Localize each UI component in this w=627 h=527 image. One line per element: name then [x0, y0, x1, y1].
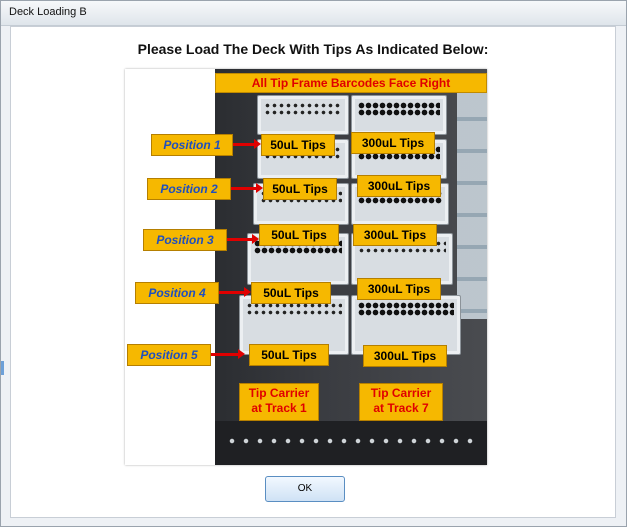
carrier-track-1-line1: Tip Carrier [248, 386, 310, 400]
carrier-track-1-line2: at Track 1 [251, 401, 307, 415]
carrier-studs [225, 433, 475, 449]
carrier-track-7-line1: Tip Carrier [370, 386, 432, 400]
position-2-right-tips: 300uL Tips [357, 175, 441, 197]
position-2-label: Position 2 [147, 178, 231, 200]
position-1-arrow [233, 139, 261, 149]
deck-loading-window: Deck Loading B Please Load The Deck With… [0, 0, 627, 527]
ok-button[interactable]: OK [265, 476, 345, 502]
instruction-heading: Please Load The Deck With Tips As Indica… [137, 41, 489, 57]
deck-loading-photo: All Tip Frame Barcodes Face Right Positi… [125, 69, 487, 465]
position-1-label: Position 1 [151, 134, 233, 156]
dialog-content: Please Load The Deck With Tips As Indica… [10, 26, 616, 518]
window-title: Deck Loading B [9, 6, 87, 18]
carrier-track-7-line2: at Track 7 [373, 401, 429, 415]
tray-pos1-left [257, 95, 349, 135]
barcode-orientation-banner: All Tip Frame Barcodes Face Right [215, 73, 487, 93]
position-2-left-tips: 50uL Tips [263, 178, 337, 200]
position-3-right-tips: 300uL Tips [353, 224, 437, 246]
position-3-left-tips: 50uL Tips [259, 224, 339, 246]
position-3-label: Position 3 [143, 229, 227, 251]
window-edge-marker [1, 361, 4, 375]
carrier-track-7-label: Tip Carrier at Track 7 [359, 383, 443, 421]
position-4-label: Position 4 [135, 282, 219, 304]
position-4-right-tips: 300uL Tips [357, 278, 441, 300]
tray-pos1-right [351, 95, 447, 135]
position-4-arrow [219, 287, 251, 297]
position-1-left-tips: 50uL Tips [261, 134, 335, 156]
position-1-right-tips: 300uL Tips [351, 132, 435, 154]
title-bar[interactable]: Deck Loading B [1, 1, 626, 26]
tube-rack [457, 89, 487, 319]
position-5-arrow [211, 349, 245, 359]
position-5-left-tips: 50uL Tips [249, 344, 329, 366]
position-5-label: Position 5 [127, 344, 211, 366]
position-4-left-tips: 50uL Tips [251, 282, 331, 304]
position-3-arrow [227, 234, 259, 244]
position-2-arrow [231, 183, 263, 193]
position-5-right-tips: 300uL Tips [363, 345, 447, 367]
carrier-track-1-label: Tip Carrier at Track 1 [239, 383, 319, 421]
